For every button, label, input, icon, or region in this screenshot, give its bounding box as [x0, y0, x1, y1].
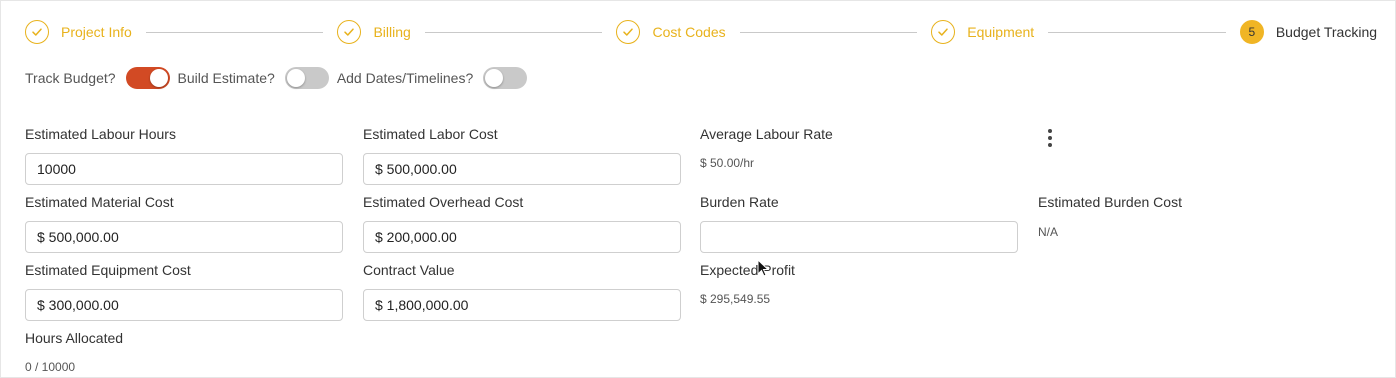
est-equipment-cost-input[interactable] — [25, 289, 343, 321]
build-estimate-toggle[interactable] — [284, 67, 329, 89]
step-number-badge: 5 — [1239, 20, 1264, 44]
est-burden-cost-label: Estimated Burden Cost — [1038, 194, 1182, 210]
est-labor-cost-label: Estimated Labor Cost — [363, 126, 498, 142]
toggle-knob — [149, 69, 168, 87]
step-label: Project Info — [61, 24, 132, 40]
avg-labour-rate-label: Average Labour Rate — [700, 126, 833, 142]
contract-value-input[interactable] — [363, 289, 681, 321]
step-equipment[interactable]: Equipment — [931, 20, 1034, 44]
budget-tracking-panel: Project Info Billing Cost Codes Equipmen… — [0, 0, 1396, 378]
toggle-knob — [286, 69, 305, 87]
mouse-cursor-icon — [757, 259, 769, 277]
expected-profit-label: Expected Profit — [700, 262, 795, 278]
est-material-cost-label: Estimated Material Cost — [25, 194, 174, 210]
contract-value-label: Contract Value — [363, 262, 455, 278]
track-budget-toggle[interactable] — [125, 67, 170, 89]
est-burden-cost-value: N/A — [1038, 225, 1059, 239]
add-dates-label: Add Dates/Timelines? — [336, 70, 474, 86]
est-labor-cost-input[interactable] — [363, 153, 681, 185]
add-dates-toggle[interactable] — [483, 67, 528, 89]
track-budget-label: Track Budget? — [25, 70, 116, 86]
step-budget-tracking[interactable]: 5 Budget Tracking — [1239, 20, 1378, 44]
toggle-knob — [485, 69, 504, 87]
est-labour-hours-label: Estimated Labour Hours — [25, 126, 176, 142]
avg-labour-rate-value: $ 50.00/hr — [700, 156, 755, 170]
step-connector — [1048, 31, 1226, 33]
kebab-menu-icon[interactable] — [1040, 127, 1060, 149]
options-toggles: Track Budget? Build Estimate? Add Dates/… — [25, 67, 535, 89]
step-cost-codes[interactable]: Cost Codes — [616, 20, 726, 44]
hours-allocated-label: Hours Allocated — [25, 330, 124, 346]
build-estimate-label: Build Estimate? — [177, 70, 275, 86]
step-connector — [739, 31, 918, 33]
check-icon — [616, 20, 641, 44]
step-billing[interactable]: Billing — [337, 20, 411, 44]
check-icon — [25, 20, 49, 44]
est-overhead-cost-input[interactable] — [363, 221, 681, 253]
hours-allocated-value: 0 / 10000 — [25, 360, 76, 374]
step-label: Cost Codes — [652, 24, 726, 40]
est-labour-hours-input[interactable] — [25, 153, 343, 185]
kebab-dot — [1048, 136, 1052, 140]
check-icon — [931, 20, 956, 44]
expected-profit-value: $ 295,549.55 — [700, 292, 771, 306]
est-equipment-cost-label: Estimated Equipment Cost — [25, 262, 191, 278]
est-overhead-cost-label: Estimated Overhead Cost — [363, 194, 524, 210]
step-label: Equipment — [967, 24, 1035, 40]
burden-rate-input[interactable] — [700, 221, 1018, 253]
check-icon — [337, 20, 362, 44]
step-label: Budget Tracking — [1275, 24, 1378, 40]
step-connector — [424, 31, 603, 33]
step-label: Billing — [373, 24, 411, 40]
step-connector — [145, 31, 324, 33]
kebab-dot — [1048, 129, 1052, 133]
step-project-info[interactable]: Project Info — [25, 20, 132, 44]
kebab-dot — [1048, 143, 1052, 147]
est-material-cost-input[interactable] — [25, 221, 343, 253]
burden-rate-label: Burden Rate — [700, 194, 779, 210]
stepper: Project Info Billing Cost Codes Equipmen… — [25, 19, 1377, 45]
